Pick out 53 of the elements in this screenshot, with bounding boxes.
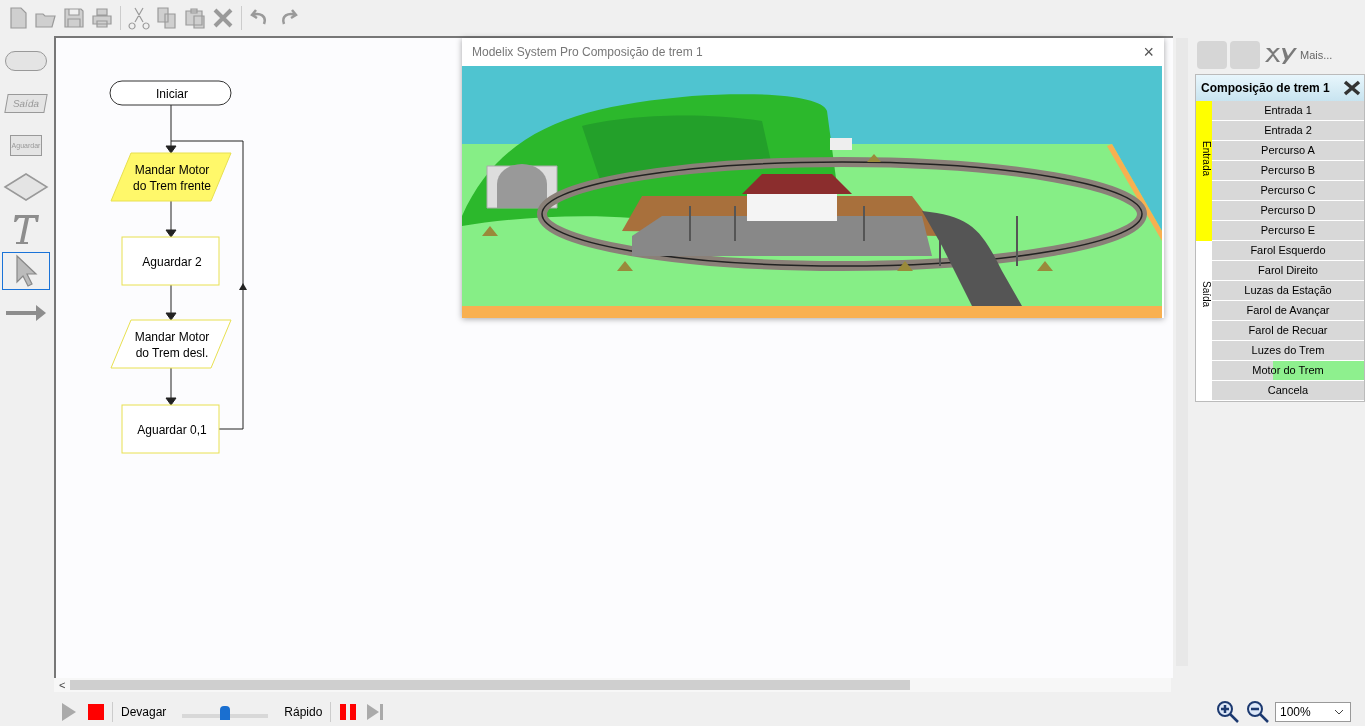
port-item[interactable]: Percurso C [1212, 181, 1364, 200]
port-item[interactable]: Entrada 2 [1212, 121, 1364, 140]
port-item[interactable]: Farol de Recuar [1212, 321, 1364, 340]
port-item[interactable]: Percurso E [1212, 221, 1364, 240]
chevron-down-icon [1334, 709, 1344, 715]
pin-icon[interactable] [1343, 80, 1361, 96]
port-item[interactable]: Percurso D [1212, 201, 1364, 220]
copy-icon[interactable] [155, 6, 179, 30]
cut-icon[interactable] [127, 6, 151, 30]
connector-line [165, 284, 177, 321]
text-icon [11, 212, 41, 246]
wait-block[interactable]: Aguardar 2 [121, 236, 220, 286]
arrow-icon [4, 303, 48, 323]
pointer-icon [13, 254, 39, 288]
terminal-shape-icon [5, 51, 47, 71]
output-block[interactable]: Mandar Motor do Trem desl. [110, 319, 232, 369]
port-item[interactable]: Luzes do Trem [1212, 341, 1364, 360]
start-terminal[interactable]: Iniciar [109, 80, 232, 106]
zoom-dropdown[interactable]: 100% [1275, 702, 1351, 722]
close-button[interactable]: × [1143, 41, 1154, 63]
zoom-out-icon[interactable] [1245, 699, 1271, 725]
port-item[interactable]: Luzas da Estação [1212, 281, 1364, 300]
connector-line [165, 200, 177, 238]
port-item[interactable]: Farol de Avançar [1212, 301, 1364, 320]
scroll-left-button[interactable]: < [54, 679, 71, 691]
port-item[interactable]: Farol Esquerdo [1212, 241, 1364, 260]
save-icon[interactable] [62, 6, 86, 30]
paste-icon[interactable] [183, 6, 207, 30]
fast-label: Rápido [284, 705, 323, 719]
port-item[interactable]: Cancela [1212, 381, 1364, 400]
port-item[interactable]: Entrada 1 [1212, 101, 1364, 120]
slow-label: Devagar [121, 705, 167, 719]
print-icon[interactable] [90, 6, 114, 30]
connector-line [165, 104, 177, 154]
wait-block[interactable]: Aguardar 0,1 [121, 404, 220, 454]
zoom-in-icon[interactable] [1215, 699, 1241, 725]
step-icon[interactable] [365, 702, 386, 722]
port-item[interactable]: Percurso A [1212, 141, 1364, 160]
more-link[interactable]: Mais... [1300, 49, 1333, 61]
output-block[interactable]: Mandar Motor do Trem frente [110, 152, 232, 202]
speed-slider-thumb[interactable] [220, 706, 231, 720]
panel-title: Composição de trem 1 [1201, 81, 1330, 95]
pause-icon[interactable] [339, 703, 358, 721]
port-item[interactable]: Motor do Trem [1212, 361, 1364, 380]
delete-icon[interactable] [211, 6, 235, 30]
port-item[interactable]: Percurso B [1212, 161, 1364, 180]
group-label: Entrada [1196, 101, 1212, 241]
diamond-icon [3, 172, 49, 202]
port-item[interactable]: Farol Direito [1212, 261, 1364, 280]
horizontal-scrollbar-thumb[interactable] [70, 680, 911, 690]
window-title: Modelix System Pro Composição de trem 1 [472, 45, 703, 59]
connector-line [165, 367, 177, 406]
pointer-tool[interactable] [2, 252, 50, 290]
